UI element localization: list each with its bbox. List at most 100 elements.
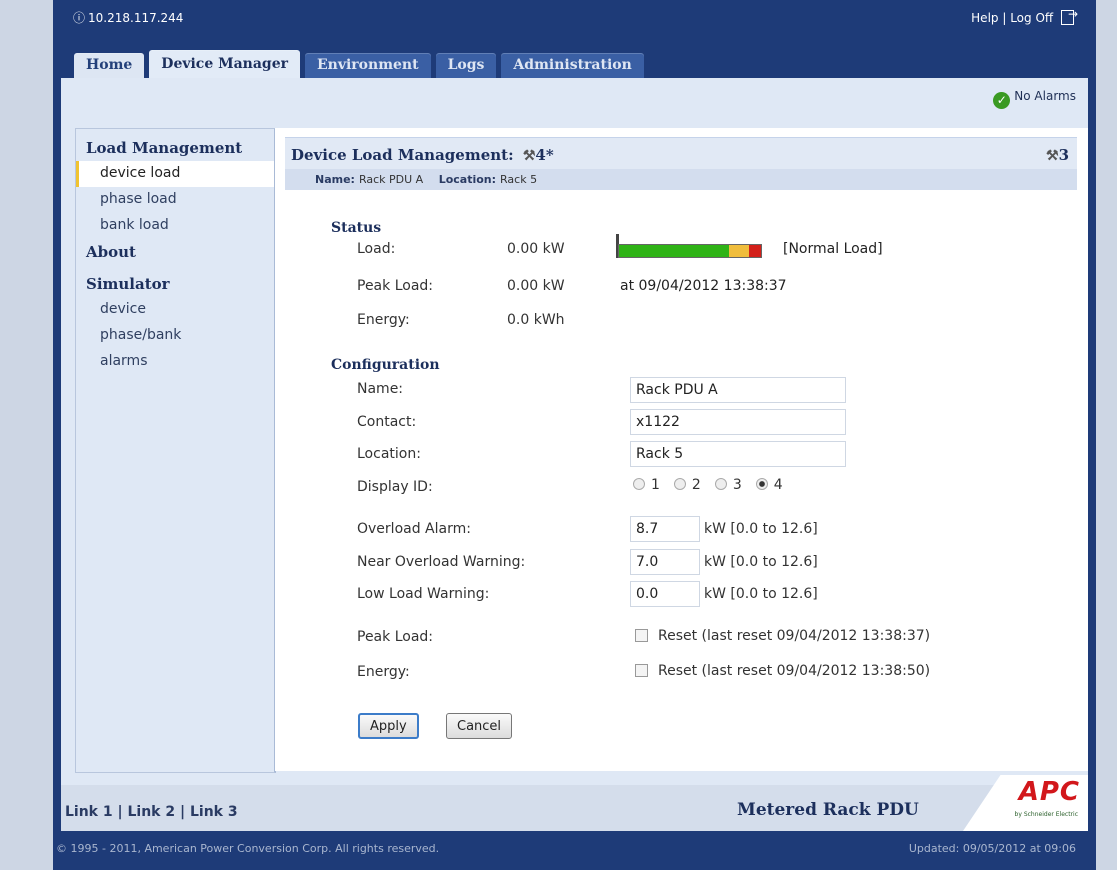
location-field[interactable] [630, 441, 846, 467]
cancel-button[interactable]: Cancel [446, 713, 513, 739]
energy-reset-checkbox[interactable] [635, 664, 648, 677]
device-info-strip: Name: Rack PDU A Location: Rack 5 [285, 169, 1077, 190]
overload-alarm-range: kW [0.0 to 12.6] [704, 521, 818, 537]
device-id-indicator: ⚒3 [1042, 146, 1069, 164]
sidebar-item-device-load[interactable]: device load [76, 161, 274, 187]
configuration-title: Configuration [331, 357, 440, 373]
sidebar-heading-about[interactable]: About [76, 239, 274, 265]
device-id-number: 3 [1058, 146, 1069, 164]
name-field[interactable] [630, 377, 846, 403]
near-overload-input[interactable] [630, 549, 700, 575]
tab-logs[interactable]: Logs [435, 53, 497, 78]
energy-reset-text: Reset (last reset 09/04/2012 13:38:50) [658, 663, 931, 679]
display-id-radios: 1 2 3 4 [633, 477, 783, 493]
radio-button[interactable] [633, 478, 645, 490]
load-bar-red [749, 245, 761, 257]
page-title-text: Device Load Management: [291, 146, 514, 164]
load-state: [Normal Load] [783, 241, 883, 257]
top-bar: ⓘ 10.218.117.244 Help | Log Off [53, 0, 1096, 42]
energy-label: Energy: [357, 312, 410, 328]
config-name-label: Name: [357, 381, 404, 397]
check-icon: ✓ [993, 92, 1011, 109]
sidebar-heading-simulator[interactable]: Simulator [76, 271, 274, 297]
name-label: Name: [315, 173, 355, 186]
load-bar [618, 244, 762, 258]
footer-separator: | [112, 804, 128, 820]
near-overload-range: kW [0.0 to 12.6] [704, 554, 818, 570]
tab-environment[interactable]: Environment [305, 53, 431, 78]
apply-button[interactable]: Apply [358, 713, 419, 739]
location-label: Location: [438, 173, 497, 186]
near-overload-label: Near Overload Warning: [357, 554, 526, 570]
ip-text: 10.218.117.244 [88, 11, 184, 25]
alarm-status[interactable]: ✓ No Alarms [993, 89, 1076, 109]
config-contact-label: Contact: [357, 414, 417, 430]
sidebar-item-alarms[interactable]: alarms [76, 349, 274, 375]
display-id-option-3[interactable]: 3 [714, 477, 742, 493]
alarm-text: No Alarms [1014, 89, 1076, 103]
energy-value: 0.0 kWh [507, 312, 565, 328]
peak-load-value: 0.00 kW [507, 278, 565, 294]
main-tabs: Home Device Manager Environment Logs Adm… [74, 50, 644, 78]
page-title-id: 4* [535, 146, 554, 164]
footer-link-1[interactable]: Link 1 [65, 804, 113, 820]
panel-header: Device Load Management: ⚒4* ⚒3 Name: Rack… [285, 137, 1077, 190]
overload-alarm-input[interactable] [630, 516, 700, 542]
sidebar-item-phase-load[interactable]: phase load [76, 187, 274, 213]
display-id-option-1[interactable]: 1 [633, 477, 660, 493]
footer: Link 1 | Link 2 | Link 3 Metered Rack PD… [61, 775, 1088, 831]
display-id-option-2[interactable]: 2 [673, 477, 701, 493]
ip-address: ⓘ 10.218.117.244 [73, 9, 183, 26]
tab-administration[interactable]: Administration [501, 53, 644, 78]
display-id-label: Display ID: [357, 479, 433, 495]
footer-link-3[interactable]: Link 3 [190, 804, 238, 820]
peak-load-time: at 09/04/2012 13:38:37 [620, 278, 787, 294]
peak-load-label: Peak Load: [357, 278, 433, 294]
config-location-label: Location: [357, 446, 421, 462]
sidebar-item-device[interactable]: device [76, 297, 274, 323]
radio-button-selected[interactable] [755, 478, 768, 490]
load-label: Load: [357, 241, 396, 257]
sidebar-item-bank-load[interactable]: bank load [76, 213, 274, 239]
log-off-icon[interactable] [1061, 7, 1078, 25]
info-icon: ⓘ [73, 11, 86, 25]
low-load-input[interactable] [630, 581, 700, 607]
load-bar-green [619, 245, 729, 257]
product-name: Metered Rack PDU [737, 800, 919, 820]
tab-device-manager[interactable]: Device Manager [149, 50, 300, 78]
radio-button[interactable] [714, 478, 727, 490]
apc-logo: APC [1018, 777, 1080, 807]
energy-reset-label: Energy: [357, 664, 410, 680]
copyright: © 1995 - 2011, American Power Conversion… [56, 842, 440, 855]
wrench-icon: ⚒ [522, 148, 536, 164]
peak-reset-checkbox[interactable] [635, 629, 648, 642]
main-panel: Device Load Management: ⚒4* ⚒3 Name: Rack… [275, 128, 1088, 771]
footer-link-2[interactable]: Link 2 [128, 804, 176, 820]
radio-button[interactable] [673, 478, 686, 490]
display-id-option-4[interactable]: 4 [755, 477, 783, 493]
sidebar-heading-load-management[interactable]: Load Management [76, 135, 274, 161]
sidebar: Load Management device load phase load b… [75, 128, 276, 773]
log-off-link[interactable]: Log Off [1010, 11, 1053, 25]
page-title: Device Load Management: ⚒4* [291, 146, 554, 164]
low-load-range: kW [0.0 to 12.6] [704, 586, 818, 602]
contact-field[interactable] [630, 409, 846, 435]
name-value: Rack PDU A [358, 173, 424, 186]
peak-reset-label: Peak Load: [357, 629, 433, 645]
load-value: 0.00 kW [507, 241, 565, 257]
location-value: Rack 5 [500, 173, 538, 186]
header-strip: ✓ No Alarms [61, 78, 1088, 115]
tab-home[interactable]: Home [74, 53, 145, 78]
status-title: Status [331, 220, 382, 236]
footer-links: Link 1 | Link 2 | Link 3 [65, 804, 238, 820]
overload-alarm-label: Overload Alarm: [357, 521, 471, 537]
low-load-label: Low Load Warning: [357, 586, 490, 602]
wrench-icon: ⚒ [1046, 148, 1059, 164]
help-logoff: Help | Log Off [971, 7, 1078, 25]
help-link[interactable]: Help [971, 11, 998, 25]
sidebar-item-phase-bank[interactable]: phase/bank [76, 323, 274, 349]
app-frame: ⓘ10.218.117.244 Help | Log Off Home Devi… [53, 0, 1096, 870]
updated-timestamp: Updated: 09/05/2012 at 09:06 [908, 842, 1076, 855]
peak-reset-text: Reset (last reset 09/04/2012 13:38:37) [658, 628, 931, 644]
bottom-bar: © 1995 - 2011, American Power Conversion… [53, 838, 1096, 870]
